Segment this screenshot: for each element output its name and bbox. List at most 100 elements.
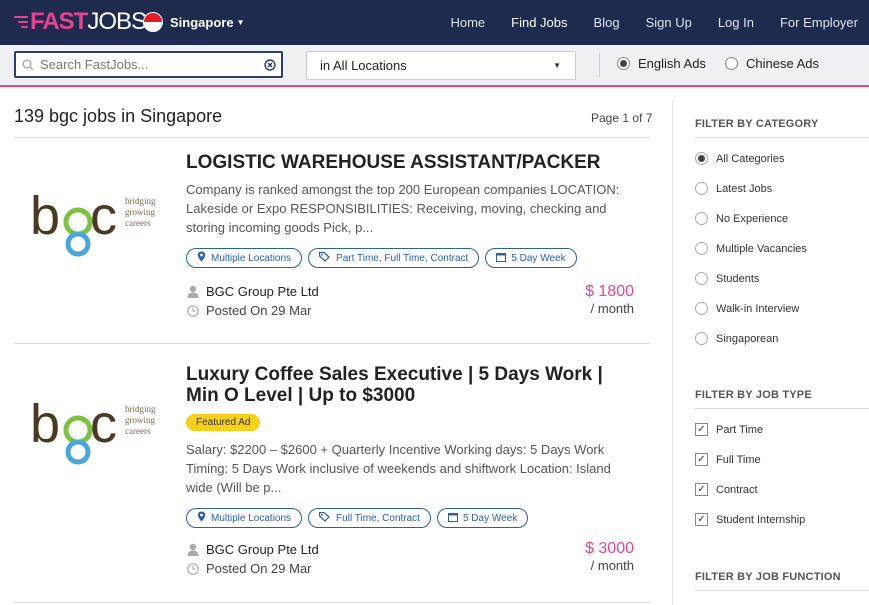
- nav-link-for-employer[interactable]: For Employer: [780, 15, 858, 30]
- checkbox-checked-icon: ✓: [695, 483, 708, 496]
- tag-location: Multiple Locations: [186, 248, 303, 268]
- posted-date: Posted On 29 Mar: [186, 561, 312, 576]
- nav-link-home[interactable]: Home: [450, 15, 485, 30]
- chinese-ads-label: Chinese Ads: [746, 56, 819, 71]
- calendar-icon: [447, 512, 458, 525]
- posted-date-label: Posted On 29 Mar: [206, 561, 312, 576]
- job-card[interactable]: b c bridging growing careers Luxury Coff…: [14, 344, 650, 602]
- clock-icon: [186, 304, 200, 317]
- logo-b-letter: b: [30, 186, 60, 246]
- company-name-label: BGC Group Pte Ltd: [206, 284, 319, 299]
- job-tags: Multiple Locations Full Time, Contract 5…: [186, 508, 529, 528]
- radio-selected-icon: [695, 152, 708, 165]
- person-icon: [186, 285, 200, 298]
- tag-job-type-label: Part Time, Full Time, Contract: [336, 252, 469, 264]
- nav-links: Home Find Jobs Blog Sign Up Log In For E…: [424, 0, 858, 45]
- filter-jobtype-heading: FILTER BY JOB TYPE: [695, 389, 812, 401]
- singapore-flag-icon: [143, 12, 163, 32]
- divider: [695, 408, 869, 409]
- tag-location-label: Multiple Locations: [211, 252, 292, 264]
- filter-category-students[interactable]: Students: [695, 272, 759, 285]
- english-ads-radio[interactable]: English Ads: [617, 56, 706, 71]
- job-title[interactable]: Luxury Coffee Sales Executive | 5 Days W…: [186, 364, 636, 406]
- radio-unselected-icon: [695, 182, 708, 195]
- filter-category-singaporean[interactable]: Singaporean: [695, 332, 778, 345]
- results-title: 139 bgc jobs in Singapore: [14, 106, 223, 126]
- tags-icon: [318, 511, 331, 525]
- radio-unselected-icon: [695, 302, 708, 315]
- fastjobs-logo[interactable]: FASTJOBS: [14, 8, 147, 36]
- filter-category-latest[interactable]: Latest Jobs: [695, 182, 772, 195]
- tag-location: Multiple Locations: [186, 508, 303, 528]
- location-pin-icon: [197, 251, 206, 265]
- search-input[interactable]: [40, 57, 259, 72]
- tag-job-type: Full Time, Contract: [308, 508, 431, 528]
- nav-link-find-jobs[interactable]: Find Jobs: [511, 15, 567, 30]
- radio-unselected-icon: [695, 242, 708, 255]
- posted-date-label: Posted On 29 Mar: [206, 303, 312, 318]
- tag-work-week-label: 5 Day Week: [511, 252, 566, 264]
- filter-label: Singaporean: [716, 332, 779, 345]
- svg-text:b: b: [30, 394, 60, 454]
- radio-selected-icon: [617, 57, 630, 70]
- filter-category-no-experience[interactable]: No Experience: [695, 212, 788, 225]
- tag-location-label: Multiple Locations: [211, 512, 292, 524]
- clock-icon: [186, 562, 200, 575]
- posted-date: Posted On 29 Mar: [186, 303, 312, 318]
- tags-icon: [318, 251, 331, 265]
- company-name: BGC Group Pte Ltd: [186, 284, 319, 299]
- country-label: Singapore: [170, 14, 234, 30]
- salary: $ 3000 / month: [585, 540, 634, 573]
- nav-link-log-in[interactable]: Log In: [718, 15, 754, 30]
- chinese-ads-radio[interactable]: Chinese Ads: [725, 56, 819, 71]
- logo-speed-lines-icon: [14, 16, 28, 28]
- top-navbar: FASTJOBS Singapore ▼ Home Find Jobs Blog…: [0, 0, 869, 45]
- tag-job-type-label: Full Time, Contract: [336, 512, 420, 524]
- filter-category-all[interactable]: All Categories: [695, 152, 784, 165]
- english-ads-label: English Ads: [638, 56, 706, 71]
- location-select[interactable]: in All Locations ▼: [306, 51, 576, 80]
- filter-category-walk-in[interactable]: Walk-in Interview: [695, 302, 799, 315]
- location-value: in All Locations: [320, 58, 407, 73]
- nav-link-sign-up[interactable]: Sign Up: [646, 15, 692, 30]
- dropdown-arrow-icon: ▼: [553, 61, 561, 70]
- radio-unselected-icon: [695, 332, 708, 345]
- logo-tagline-2: growing: [125, 207, 155, 217]
- company-logo: b c bridging growing careers: [30, 390, 170, 470]
- checkbox-checked-icon: ✓: [695, 513, 708, 526]
- tag-work-week: 5 Day Week: [485, 248, 577, 268]
- tag-work-week-label: 5 Day Week: [462, 512, 518, 524]
- search-bar: in All Locations ▼ English Ads Chinese A…: [0, 45, 869, 87]
- filter-label: Students: [716, 272, 760, 285]
- filter-label: Student Internship: [716, 513, 806, 526]
- radio-unselected-icon: [695, 272, 708, 285]
- filter-label: Contract: [716, 483, 758, 496]
- job-title[interactable]: LOGISTIC WAREHOUSE ASSISTANT/PACKER: [186, 152, 636, 173]
- job-description: Company is ranked amongst the top 200 Eu…: [186, 182, 620, 235]
- clear-search-icon[interactable]: [259, 58, 281, 71]
- filter-jobtype-part-time[interactable]: ✓ Part Time: [695, 423, 763, 436]
- nav-link-blog[interactable]: Blog: [594, 15, 620, 30]
- logo-tagline-1: bridging: [125, 196, 156, 206]
- logo-tagline-1: bridging: [125, 404, 156, 414]
- country-selector[interactable]: Singapore ▼: [143, 12, 245, 32]
- divider: [695, 137, 869, 138]
- logo-tagline-3: careers: [125, 218, 151, 228]
- divider: [14, 602, 650, 603]
- job-card[interactable]: b c bridging growing careers LOGISTIC WA…: [14, 138, 650, 343]
- filter-jobtype-full-time[interactable]: ✓ Full Time: [695, 453, 761, 466]
- salary-period: / month: [590, 301, 634, 316]
- filter-jobtype-contract[interactable]: ✓ Contract: [695, 483, 758, 496]
- radio-unselected-icon: [725, 57, 738, 70]
- filter-label: Full Time: [716, 453, 761, 466]
- company-name-label: BGC Group Pte Ltd: [206, 542, 319, 557]
- filter-label: Part Time: [716, 423, 764, 436]
- filter-category-heading: FILTER BY CATEGORY: [695, 118, 819, 130]
- salary: $ 1800 / month: [585, 283, 634, 316]
- filter-label: All Categories: [716, 152, 785, 165]
- tag-work-week: 5 Day Week: [436, 508, 529, 528]
- calendar-icon: [496, 252, 507, 265]
- svg-text:c: c: [90, 186, 117, 246]
- filter-jobtype-internship[interactable]: ✓ Student Internship: [695, 513, 805, 526]
- filter-category-multiple-vacancies[interactable]: Multiple Vacancies: [695, 242, 807, 255]
